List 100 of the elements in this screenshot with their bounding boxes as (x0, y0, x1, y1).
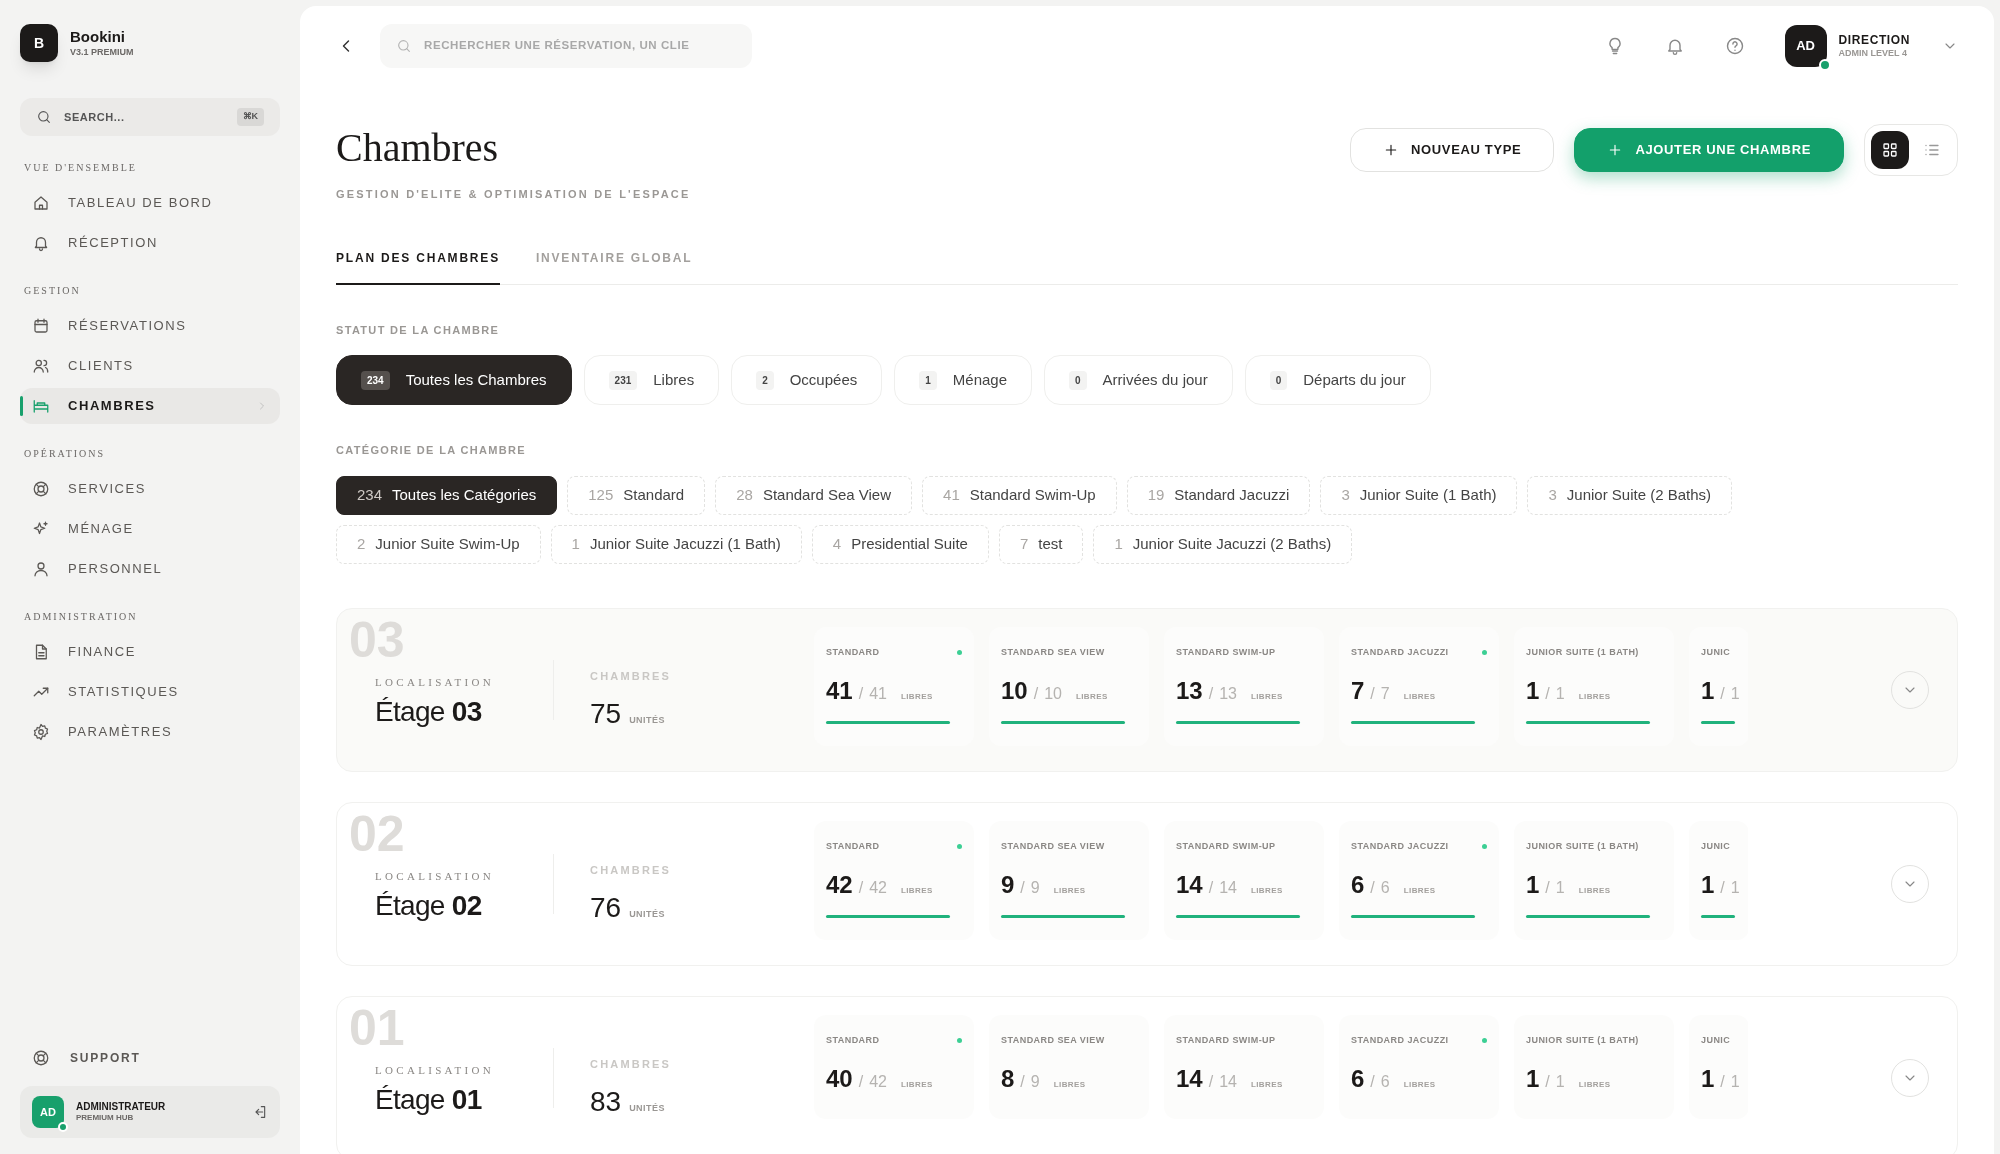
free-label: LIBRES (1403, 690, 1436, 703)
separator: / (858, 683, 864, 704)
category-label: JUNIC (1701, 645, 1731, 659)
nav-item[interactable]: CLIENTS (20, 348, 280, 384)
search-input[interactable]: RECHERCHER UNE RÉSERVATION, UN CLIE (424, 37, 736, 55)
separator: / (1720, 877, 1725, 898)
chip-label: Toutes les Catégories (392, 484, 537, 505)
separator: / (1545, 683, 1550, 704)
free-label: LIBRES (1250, 1078, 1283, 1091)
status-filter-chip[interactable]: 2 Occupées (731, 355, 883, 405)
category-filter-chip[interactable]: 3 Junior Suite (1 Bath) (1320, 475, 1518, 515)
count-badge: 2 (756, 370, 774, 390)
free-count: 1 (1526, 1063, 1540, 1094)
category-filter-chip[interactable]: 41 Standard Swim-Up (922, 475, 1117, 515)
category-filter-chip[interactable]: 3 Junior Suite (2 Baths) (1527, 475, 1733, 515)
free-count: 1 (1701, 1063, 1715, 1094)
nav-item[interactable]: STATISTIQUES (20, 674, 280, 710)
search-input[interactable]: SEARCH... (64, 108, 225, 126)
help-icon[interactable] (1724, 36, 1745, 56)
category-filter-chip[interactable]: 234 Toutes les Catégories (336, 475, 558, 515)
search-field[interactable]: SEARCH... ⌘K (20, 98, 280, 136)
units-label: UNITÉS (629, 907, 665, 921)
total-count: 7 (1380, 683, 1390, 704)
separator: / (1545, 877, 1550, 898)
total-count: 14 (1219, 877, 1237, 898)
floor-card[interactable] (336, 607, 1958, 772)
nav-item[interactable]: TABLEAU DE BORD (20, 185, 280, 221)
free-count: 41 (826, 675, 853, 706)
filter-title: CATÉGORIE DE LA CHAMBRE (336, 443, 527, 458)
count-label: 1 (1114, 533, 1123, 554)
category-filter-chip[interactable]: 7 test (998, 524, 1084, 564)
category-label: JUNIC (1701, 1033, 1731, 1047)
avatar[interactable]: AD (1784, 25, 1827, 67)
settings-icon (32, 723, 50, 741)
chip-label: Départs du jour (1303, 369, 1406, 390)
category-label: STANDARD (826, 1033, 880, 1047)
free-label: LIBRES (1250, 690, 1283, 703)
total-count: 1 (1555, 683, 1565, 704)
category-filter-chip[interactable]: 19 Standard Jacuzzi (1126, 475, 1311, 515)
chip-label: Junior Suite (2 Baths) (1566, 484, 1712, 505)
category-filter-chip[interactable]: 4 Presidential Suite (811, 524, 989, 564)
lifebuoy-icon (32, 480, 50, 498)
users-icon (32, 357, 50, 375)
units-label: UNITÉS (629, 1101, 665, 1115)
separator: / (1545, 1071, 1550, 1092)
room-count: 76 (590, 890, 622, 925)
category-label: JUNIOR SUITE (1 BATH) (1526, 1033, 1639, 1047)
count-label: 7 (1019, 533, 1029, 554)
separator: / (1020, 1071, 1025, 1092)
room-count: 83 (590, 1084, 622, 1119)
tab[interactable]: PLAN DES CHAMBRES (336, 248, 500, 285)
user-role: ADMIN LEVEL 4 (1838, 47, 1908, 60)
floor-card[interactable] (336, 801, 1958, 966)
new-type-button[interactable]: NOUVEAU TYPE (1350, 128, 1555, 172)
category-filter-chip[interactable]: 2 Junior Suite Swim-Up (336, 524, 541, 564)
view-option[interactable] (1871, 131, 1909, 169)
category-label: STANDARD SWIM-UP (1176, 645, 1276, 659)
user-card[interactable]: AD ADMINISTRATEUR PREMIUM HUB (20, 1086, 280, 1138)
free-label: LIBRES (1075, 690, 1108, 703)
user-name: DIRECTION (1838, 32, 1910, 48)
version-label: V3.1 PREMIUM (70, 46, 134, 58)
nav-item[interactable]: RÉCEPTION (20, 225, 280, 261)
support-link[interactable]: SUPPORT (20, 1038, 280, 1078)
nav-item[interactable]: RÉSERVATIONS (20, 308, 280, 344)
chip-label: Occupées (789, 369, 858, 390)
count-label: 4 (832, 533, 842, 554)
status-filter-chip[interactable]: 1 Ménage (894, 355, 1033, 405)
nav-item[interactable]: SERVICES (20, 471, 280, 507)
nav-item[interactable]: PARAMÈTRES (20, 714, 280, 750)
category-filter-chip[interactable]: 28 Standard Sea View (715, 475, 913, 515)
count-label: 3 (1341, 484, 1350, 505)
nav-item[interactable]: MÉNAGE (20, 511, 280, 547)
status-filter-chip[interactable]: 231 Libres (583, 355, 720, 405)
category-filter-chip[interactable]: 125 Standard (567, 475, 706, 515)
status-filter-chip[interactable]: 0 Arrivées du jour (1044, 355, 1233, 405)
search-field[interactable]: RECHERCHER UNE RÉSERVATION, UN CLIE (380, 24, 752, 68)
free-label: LIBRES (900, 884, 933, 897)
rooms-label: CHAMBRES (590, 863, 673, 879)
free-label: LIBRES (1053, 884, 1086, 897)
view-toggle[interactable] (1864, 124, 1958, 176)
nav-item[interactable]: FINANCE (20, 634, 280, 670)
section-title: OPÉRATIONS (23, 447, 107, 461)
free-label: LIBRES (1578, 884, 1611, 897)
category-filter-chip[interactable]: 1 Junior Suite Jacuzzi (2 Baths) (1093, 524, 1353, 564)
chip-label: Standard Swim-Up (969, 484, 1096, 505)
location-label: LOCALISATION (375, 1062, 496, 1078)
bell-icon (32, 234, 50, 252)
status-filter-chip[interactable]: 234 Toutes les Chambres (336, 355, 572, 405)
total-count: 9 (1030, 877, 1040, 898)
location-label: LOCALISATION (375, 868, 496, 884)
page-subtitle: GESTION D'ELITE & OPTIMISATION DE L'ESPACE (336, 187, 692, 202)
free-count: 1 (1701, 869, 1715, 900)
free-count: 1 (1526, 675, 1540, 706)
count-badge: 1 (919, 370, 937, 390)
nav-item[interactable]: PERSONNEL (20, 551, 280, 587)
category-filter-chip[interactable]: 1 Junior Suite Jacuzzi (1 Bath) (550, 524, 802, 564)
chip-label: Presidential Suite (851, 533, 968, 554)
total-count: 10 (1044, 683, 1062, 704)
status-filter-chip[interactable]: 0 Départs du jour (1244, 355, 1431, 405)
nav-item[interactable]: CHAMBRES (20, 388, 280, 424)
